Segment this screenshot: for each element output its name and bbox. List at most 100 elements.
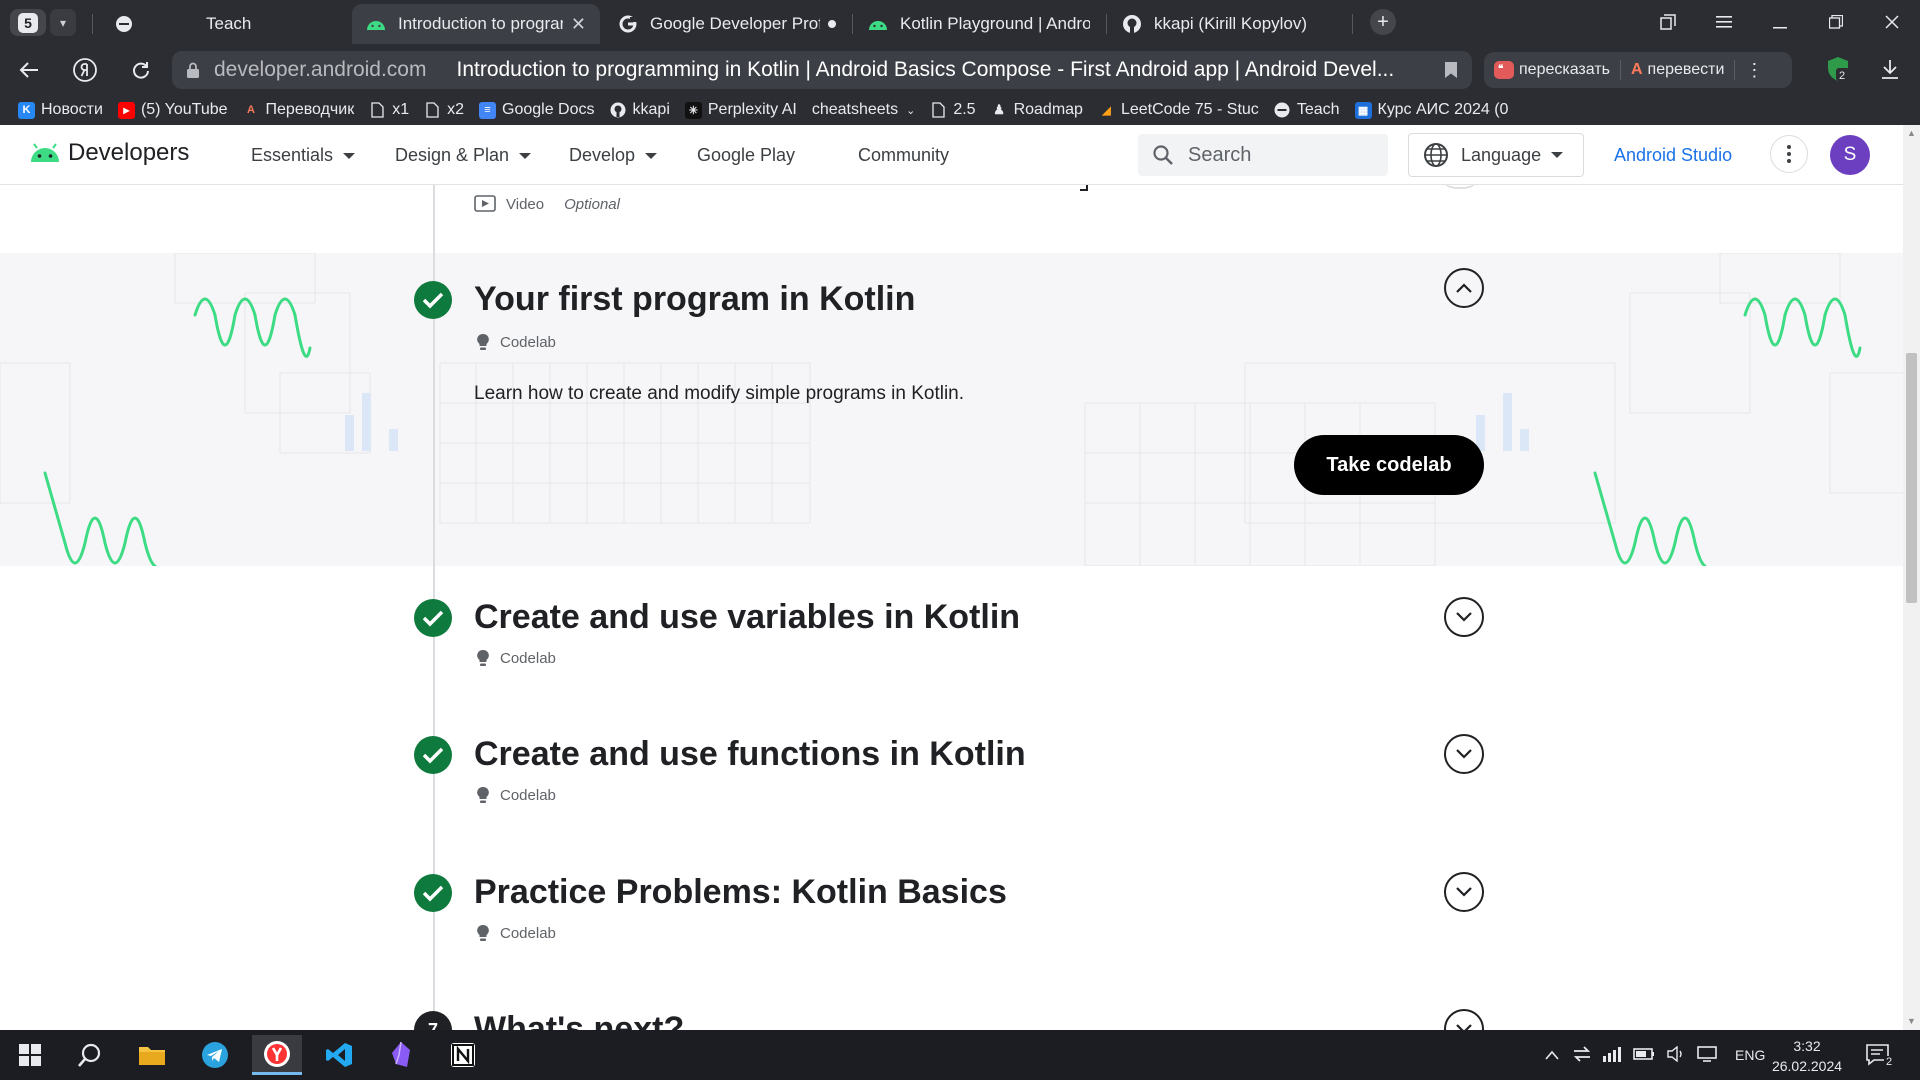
restore-button[interactable] — [1816, 8, 1856, 36]
search-icon[interactable] — [65, 1035, 115, 1075]
bookmark-2-5[interactable]: 2.5 — [930, 101, 976, 119]
expand-toggle[interactable] — [1444, 1009, 1484, 1030]
tab-count: 5 — [18, 12, 38, 33]
language-selector[interactable]: Language — [1408, 133, 1584, 177]
previous-item-meta: Video Optional — [474, 195, 620, 213]
bookmark-x2[interactable]: x2 — [424, 101, 464, 119]
tab-count-button[interactable]: 5 — [10, 9, 46, 36]
more-actions-icon[interactable]: ⋮ — [1735, 60, 1773, 81]
youtube-icon: ▶ — [117, 101, 135, 119]
back-icon[interactable] — [14, 55, 44, 85]
nav-google-play[interactable]: Google Play — [697, 145, 795, 166]
display-icon[interactable] — [1697, 1045, 1717, 1065]
chevron-up-icon[interactable] — [1545, 1047, 1559, 1063]
notion-icon[interactable] — [438, 1035, 488, 1075]
bookmark-perplexity[interactable]: ✳ Perplexity AI — [684, 101, 797, 119]
nav-essentials[interactable]: Essentials — [251, 145, 356, 166]
item-title[interactable]: Create and use functions in Kotlin — [474, 735, 1026, 774]
bookmark-folder-cheatsheets[interactable]: cheatsheets ⌄ — [812, 101, 916, 119]
bookmark-icon[interactable] — [1444, 61, 1458, 79]
tabs-dropdown-button[interactable]: ▾ — [50, 9, 76, 36]
close-icon[interactable]: ✕ — [571, 14, 586, 35]
bookmark-kkapi[interactable]: kkapi — [610, 101, 670, 119]
bookmark-kurs-ais[interactable]: ▦ Курс АИС 2024 (0 — [1354, 101, 1509, 119]
item-type-label: Codelab — [500, 333, 556, 351]
globe-icon — [1424, 143, 1448, 167]
scroll-up-icon[interactable]: ▲ — [1906, 127, 1917, 139]
roadmap-icon: ♟ — [993, 102, 1005, 117]
protect-shield-icon[interactable]: 2 — [1826, 56, 1850, 82]
chevron-down-icon — [1456, 749, 1472, 759]
tab-github-kkapi[interactable]: kkapi (Kirill Kopylov) — [1108, 4, 1348, 44]
android-studio-link[interactable]: Android Studio — [1614, 145, 1732, 166]
clock[interactable]: 3:32 26.02.2024 — [1762, 1036, 1852, 1076]
yandex-browser-icon[interactable] — [252, 1035, 302, 1075]
address-bar[interactable]: developer.android.com Introduction to pr… — [172, 51, 1472, 89]
expand-toggle[interactable] — [1444, 872, 1484, 912]
close-window-button[interactable] — [1872, 8, 1912, 36]
bookmark-label: LeetCode 75 - Stuc — [1120, 101, 1259, 118]
input-language[interactable]: ENG — [1735, 1047, 1765, 1063]
obsidian-icon[interactable] — [376, 1035, 426, 1075]
developers-logo[interactable]: Developers — [30, 139, 189, 167]
tab-kotlin-playground[interactable]: Kotlin Playground | Andro — [854, 4, 1104, 44]
bookmark-leetcode[interactable]: ◢ LeetCode 75 - Stuc — [1098, 101, 1259, 119]
tab-google-developer-profile[interactable]: Google Developer Profil — [604, 4, 850, 44]
volume-icon[interactable] — [1667, 1045, 1685, 1065]
retell-button[interactable]: ❝ пересказать — [1484, 61, 1620, 79]
expand-toggle[interactable] — [1444, 597, 1484, 637]
nav-develop[interactable]: Develop — [569, 145, 658, 166]
translate-icon: A — [1630, 61, 1643, 78]
bookmark-translator[interactable]: A Переводчик — [243, 101, 354, 119]
translate-button[interactable]: A перевести — [1621, 61, 1734, 79]
tab-manager-icon[interactable] — [1648, 8, 1688, 36]
network-transfer-icon[interactable] — [1573, 1045, 1591, 1065]
nav-community[interactable]: Community — [858, 145, 949, 166]
bookmark-label: Курс АИС 2024 (0 — [1377, 101, 1509, 118]
take-codelab-button[interactable]: Take codelab — [1294, 435, 1484, 495]
item-title[interactable]: Your first program in Kotlin — [474, 280, 915, 319]
scrollbar-thumb[interactable] — [1906, 353, 1917, 603]
item-type: Codelab — [476, 333, 556, 351]
bookmark-roadmap[interactable]: ♟ Roadmap — [991, 101, 1083, 119]
search-input[interactable]: Search — [1138, 134, 1388, 176]
battery-icon[interactable] — [1633, 1047, 1655, 1064]
previous-title-partial — [1080, 185, 1088, 191]
menu-icon[interactable] — [1704, 8, 1744, 36]
bookmark-novosti[interactable]: K Новости — [18, 101, 103, 119]
item-title[interactable]: What's next? — [474, 1010, 684, 1030]
previous-toggle-partial[interactable] — [1440, 185, 1480, 189]
expand-toggle[interactable] — [1444, 734, 1484, 774]
nav-design-plan[interactable]: Design & Plan — [395, 145, 532, 166]
scroll-down-icon[interactable]: ▼ — [1906, 1015, 1917, 1027]
yandex-icon[interactable] — [70, 55, 100, 85]
tab-teach[interactable]: Teach — [100, 4, 348, 44]
bookmark-x1[interactable]: x1 — [369, 101, 409, 119]
new-tab-button[interactable]: + — [1370, 9, 1396, 35]
download-icon[interactable] — [1878, 55, 1902, 83]
page-scrollbar[interactable]: ▲ ▼ — [1903, 125, 1920, 1030]
bookmark-teach[interactable]: Teach — [1274, 101, 1340, 119]
windows-start-icon[interactable] — [5, 1035, 55, 1075]
lightbulb-icon — [477, 649, 489, 666]
expanded-item-background — [0, 253, 1904, 566]
bookmark-youtube[interactable]: ▶ (5) YouTube — [117, 101, 228, 119]
notification-center-icon[interactable]: 2 — [1866, 1030, 1895, 1080]
item-title[interactable]: Practice Problems: Kotlin Basics — [474, 873, 1007, 912]
more-options-icon[interactable] — [1770, 135, 1808, 173]
minimize-button[interactable] — [1760, 8, 1800, 36]
collapse-toggle[interactable] — [1444, 268, 1484, 308]
search-placeholder: Search — [1188, 143, 1252, 166]
vscode-icon[interactable] — [314, 1035, 364, 1075]
decorative-background — [0, 253, 1904, 566]
file-explorer-icon[interactable] — [127, 1035, 177, 1075]
item-title[interactable]: Create and use variables in Kotlin — [474, 598, 1020, 637]
bookmark-google-docs[interactable]: ≡ Google Docs — [479, 101, 595, 119]
avatar[interactable]: S — [1830, 135, 1870, 175]
step-number: 7 — [414, 1011, 452, 1030]
signal-icon[interactable] — [1603, 1046, 1621, 1065]
telegram-icon[interactable] — [190, 1035, 240, 1075]
reload-icon[interactable] — [126, 55, 156, 85]
tab-introduction[interactable]: Introduction to program ✕ — [352, 4, 600, 44]
file-icon — [424, 102, 441, 119]
